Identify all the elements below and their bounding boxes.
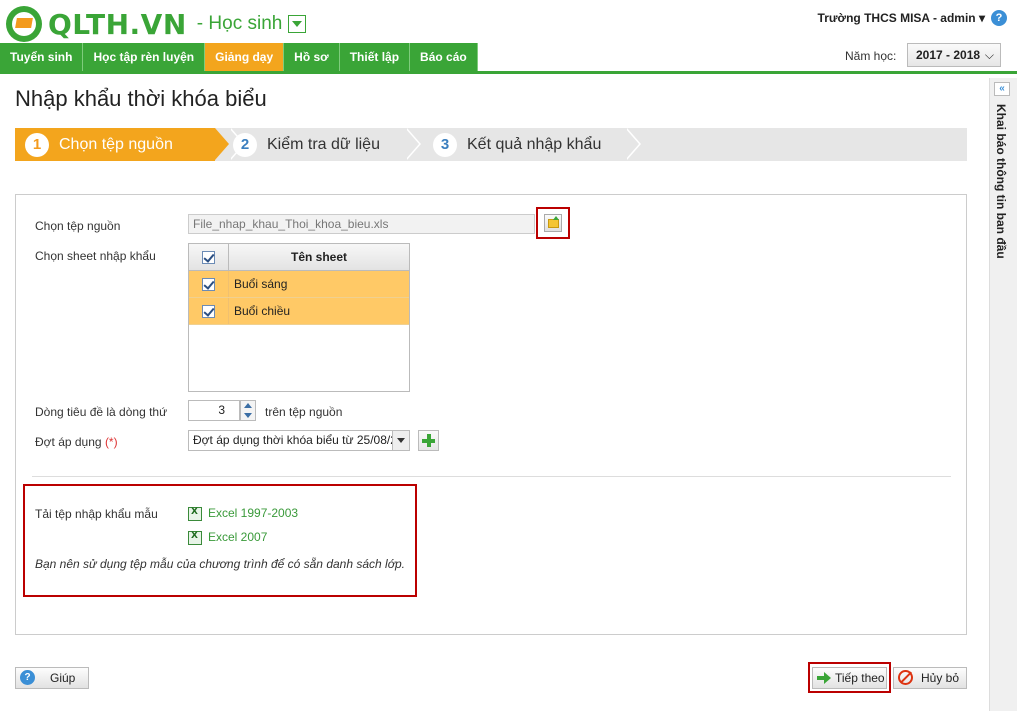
school-user-menu[interactable]: Trường THCS MISA - admin ▾: [818, 11, 985, 25]
arrow-right-shape: [817, 672, 831, 684]
main-nav: Tuyển sinh Học tập rèn luyện Giảng dạy H…: [0, 43, 478, 72]
divider: [32, 476, 951, 477]
nav-tuyen-sinh[interactable]: Tuyển sinh: [0, 43, 84, 72]
spin-down-icon[interactable]: [244, 413, 252, 418]
year-value: 2017 - 2018: [916, 48, 981, 62]
step-number: 2: [233, 132, 257, 157]
brand-name: QLTH.VN: [48, 7, 187, 41]
source-file-input[interactable]: File_nhap_khau_Thoi_khoa_bieu.xls: [188, 214, 535, 234]
spin-up-icon[interactable]: [244, 403, 252, 408]
step-label: Chọn tệp nguồn: [59, 135, 173, 153]
apply-period-select[interactable]: Đợt áp dụng thời khóa biểu từ 25/08/2017: [188, 430, 410, 451]
chevron-down-icon[interactable]: [392, 430, 410, 451]
step-arrow: [215, 128, 229, 160]
page-title: Nhập khẩu thời khóa biểu: [15, 86, 267, 111]
table-row[interactable]: Buổi chiều: [189, 298, 409, 325]
excel-icon: [188, 507, 202, 521]
sheet-grid: Tên sheet Buổi sáng Buổi chiều: [188, 243, 410, 392]
template-label: Tải tệp nhập khẩu mẫu: [35, 507, 158, 521]
help-icon: ?: [20, 670, 35, 685]
nav-hoc-tap-ren-luyen[interactable]: Học tập rèn luyện: [83, 43, 206, 72]
side-panel-title[interactable]: Khai báo thông tin ban đầu: [994, 104, 1008, 259]
required-marker: (*): [104, 435, 118, 449]
excel-icon: [188, 531, 202, 545]
side-panel: « Khai báo thông tin ban đầu: [989, 78, 1017, 711]
collapse-icon[interactable]: «: [994, 82, 1010, 96]
next-button-label: Tiếp theo: [835, 671, 885, 685]
nav-underline: [0, 71, 1017, 74]
table-row[interactable]: Buổi sáng: [189, 271, 409, 298]
header-row-input[interactable]: 3: [188, 400, 240, 421]
graduation-cap-icon: [6, 6, 42, 42]
cancel-icon: [898, 670, 913, 685]
header-row-suffix: trên tệp nguồn: [265, 405, 343, 419]
step-1: 1 Chọn tệp nguồn: [15, 128, 215, 161]
row-checkbox-cell: [189, 271, 229, 297]
template-note: Bạn nên sử dụng tệp mẫu của chương trình…: [35, 557, 405, 571]
select-all-checkbox[interactable]: [202, 251, 215, 264]
step-label: Kiểm tra dữ liệu: [267, 135, 380, 153]
select-all-cell: [189, 244, 229, 270]
next-button[interactable]: Tiếp theo: [812, 667, 887, 689]
excel-2007-link[interactable]: Excel 2007: [208, 530, 267, 544]
logo[interactable]: QLTH.VN - Học sinh: [6, 6, 307, 42]
row-checkbox[interactable]: [202, 305, 215, 318]
help-button[interactable]: ? Giúp: [15, 667, 89, 689]
role-label: - Học sinh: [196, 13, 283, 34]
apply-period-label: Đợt áp dụng (*): [35, 435, 118, 449]
source-file-label: Chọn tệp nguồn: [35, 219, 121, 233]
open-folder-icon: [548, 216, 559, 228]
sheet-name: Buổi sáng: [234, 277, 288, 291]
arrow-right-icon: [817, 672, 831, 684]
sheet-name: Buổi chiều: [234, 304, 291, 318]
header-row-label: Dòng tiêu đề là dòng thứ: [35, 405, 168, 419]
nav-bao-cao[interactable]: Báo cáo: [410, 43, 478, 72]
step-2: 2 Kiểm tra dữ liệu: [233, 128, 380, 161]
step-number: 3: [433, 132, 457, 157]
grid-header: Tên sheet: [189, 244, 409, 271]
year-label: Năm học:: [845, 49, 897, 63]
cancel-button-label: Hủy bỏ: [921, 671, 960, 685]
row-checkbox-cell: [189, 298, 229, 324]
step-arrow: [405, 128, 419, 160]
year-select[interactable]: 2017 - 2018 ⌵: [907, 43, 1001, 67]
apply-period-text: Đợt áp dụng: [35, 435, 102, 449]
help-button-label: Giúp: [50, 671, 76, 685]
excel-1997-2003-link[interactable]: Excel 1997-2003: [208, 506, 298, 520]
step-label: Kết quả nhập khẩu: [467, 135, 602, 153]
row-checkbox[interactable]: [202, 278, 215, 291]
step-number: 1: [25, 132, 49, 157]
help-icon[interactable]: ?: [991, 10, 1007, 26]
nav-thiet-lap[interactable]: Thiết lập: [339, 43, 411, 72]
sheet-select-label: Chọn sheet nhập khẩu: [35, 249, 156, 263]
role-dropdown-button[interactable]: [288, 15, 307, 33]
browse-button-face: [544, 214, 562, 232]
nav-ho-so[interactable]: Hồ sơ: [284, 43, 340, 72]
chevron-down-icon: ⌵: [984, 48, 994, 62]
wizard-steps: 1 Chọn tệp nguồn 2 Kiểm tra dữ liệu 3 Kế…: [15, 128, 967, 161]
sheet-name-header: Tên sheet: [290, 250, 347, 264]
plus-icon-vertical: [427, 434, 431, 447]
cancel-button[interactable]: Hủy bỏ: [893, 667, 967, 689]
add-period-button[interactable]: [418, 430, 439, 451]
browse-file-button[interactable]: [536, 207, 570, 239]
step-arrow: [625, 128, 639, 160]
nav-giang-day[interactable]: Giảng dạy: [205, 43, 285, 72]
header-row-stepper[interactable]: [240, 400, 256, 421]
step-3: 3 Kết quả nhập khẩu: [433, 128, 601, 161]
